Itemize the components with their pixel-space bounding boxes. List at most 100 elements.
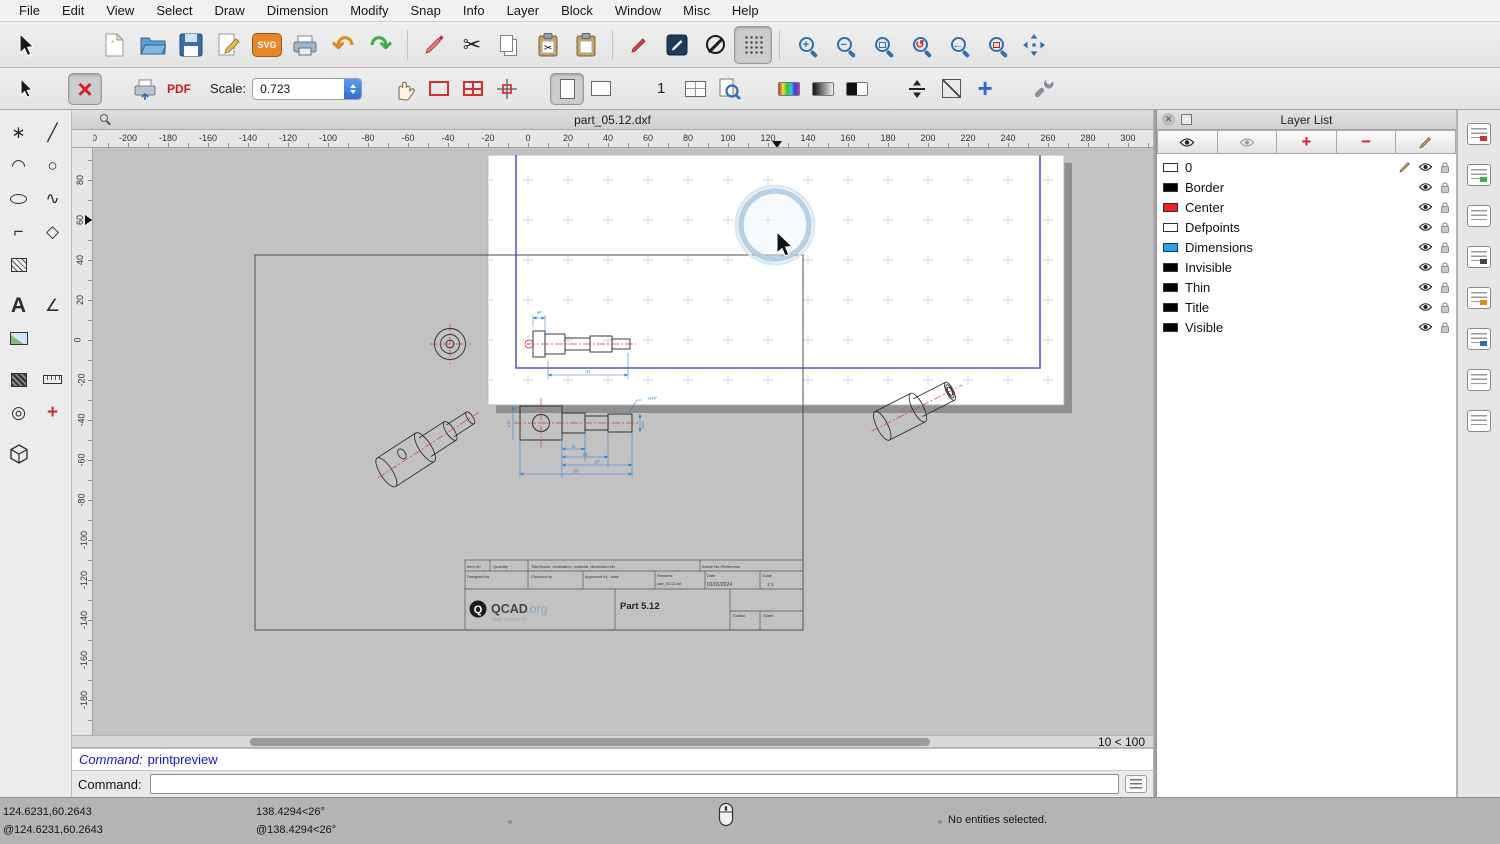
scale-stepper[interactable] — [344, 78, 362, 99]
pdf-export-button[interactable]: PDF — [162, 73, 196, 105]
layer-visibility-toggle[interactable] — [1418, 282, 1433, 292]
full-color-button[interactable] — [772, 73, 806, 105]
menu-edit[interactable]: Edit — [51, 0, 95, 21]
circle-tool[interactable]: ○ — [37, 150, 68, 181]
cut-button[interactable]: ✂ — [453, 26, 491, 64]
layer-edit-icon[interactable] — [1399, 161, 1411, 173]
property-editor-panel-button[interactable] — [1464, 120, 1494, 148]
layer-lock-toggle[interactable] — [1440, 261, 1450, 274]
zoom-out-button[interactable]: − — [825, 26, 863, 64]
layer-row-Invisible[interactable]: Invisible — [1157, 257, 1456, 277]
scale-combobox[interactable]: 0.723 — [252, 77, 363, 100]
print-now-button[interactable] — [128, 73, 162, 105]
panel-close-icon[interactable]: ✕ — [1162, 113, 1175, 126]
layer-row-0[interactable]: 0 — [1157, 157, 1456, 177]
paper-borders-button[interactable] — [422, 73, 456, 105]
polygon-tool[interactable]: ◇ — [37, 216, 68, 247]
layer-visibility-toggle[interactable] — [1418, 222, 1433, 232]
print-button[interactable] — [286, 26, 324, 64]
block-edit-button[interactable] — [658, 26, 696, 64]
layer-color-swatch[interactable] — [1163, 302, 1178, 312]
ellipse-tool[interactable] — [3, 183, 34, 214]
auto-zoom-button[interactable] — [863, 26, 901, 64]
layer-color-swatch[interactable] — [1163, 322, 1178, 332]
command-options-button[interactable] — [1125, 775, 1147, 793]
menu-modify[interactable]: Modify — [339, 0, 399, 21]
copy-button[interactable] — [491, 26, 529, 64]
spline-tool[interactable]: ∿ — [37, 183, 68, 214]
menu-misc[interactable]: Misc — [672, 0, 721, 21]
layer-lock-toggle[interactable] — [1440, 241, 1450, 254]
close-print-preview-button[interactable]: × — [68, 72, 102, 105]
crosshair-button[interactable]: + — [968, 73, 1002, 105]
layer-panel-header[interactable]: ✕ Layer List — [1157, 110, 1456, 130]
zoom-back-button[interactable]: ← — [939, 26, 977, 64]
zoom-window-button[interactable] — [977, 26, 1015, 64]
command-input[interactable] — [149, 774, 1119, 794]
auto-fit-drawing-button[interactable] — [900, 73, 934, 105]
save-file-button[interactable] — [172, 26, 210, 64]
cut-to-clipboard-button[interactable]: ✂ — [529, 26, 567, 64]
menu-view[interactable]: View — [95, 0, 145, 21]
add-layer-button[interactable]: + — [1277, 130, 1337, 154]
edit-layer-button[interactable] — [1396, 130, 1456, 154]
scrollbar-thumb[interactable] — [250, 738, 930, 746]
layer-row-Thin[interactable]: Thin — [1157, 277, 1456, 297]
redo-button[interactable]: ↷ — [362, 26, 400, 64]
remove-layer-button[interactable]: − — [1336, 130, 1397, 154]
layer-lock-toggle[interactable] — [1440, 301, 1450, 314]
view-iso-left[interactable] — [369, 398, 488, 492]
edit-drawing-button[interactable] — [210, 26, 248, 64]
paper-tiles-button[interactable] — [456, 73, 490, 105]
block-list-panel-button[interactable] — [1464, 202, 1494, 230]
menu-info[interactable]: Info — [452, 0, 496, 21]
layer-row-Title[interactable]: Title — [1157, 297, 1456, 317]
menu-draw[interactable]: Draw — [203, 0, 255, 21]
preview-selection-button[interactable] — [8, 73, 42, 105]
solid-hatch-tool[interactable] — [3, 364, 34, 395]
text-tool[interactable]: A — [3, 290, 34, 321]
layer-color-swatch[interactable] — [1163, 282, 1178, 292]
layer-visibility-toggle[interactable] — [1418, 302, 1433, 312]
layer-row-Center[interactable]: Center — [1157, 197, 1456, 217]
layer-list-panel-button[interactable] — [1464, 243, 1494, 271]
command-history-panel-button[interactable] — [1464, 366, 1494, 394]
point-tool[interactable]: ∗ — [3, 117, 34, 148]
layer-color-swatch[interactable] — [1163, 202, 1178, 212]
layer-lock-toggle[interactable] — [1440, 221, 1450, 234]
layer-color-swatch[interactable] — [1163, 182, 1178, 192]
view-top-circles[interactable] — [430, 324, 470, 364]
blackwhite-button[interactable] — [840, 73, 874, 105]
selection-tool-button[interactable] — [6, 26, 44, 64]
menu-snap[interactable]: Snap — [400, 0, 452, 21]
layer-color-swatch[interactable] — [1163, 222, 1178, 232]
delete-button[interactable] — [415, 26, 453, 64]
hide-all-layers-button[interactable] — [1217, 130, 1278, 154]
menu-dimension[interactable]: Dimension — [256, 0, 339, 21]
selection-filter-panel-button[interactable] — [1464, 284, 1494, 312]
layer-color-swatch[interactable] — [1163, 242, 1178, 252]
portrait-button[interactable] — [550, 72, 585, 105]
grayscale-button[interactable] — [806, 73, 840, 105]
layer-visibility-toggle[interactable] — [1418, 202, 1433, 212]
pan-button[interactable] — [1015, 26, 1053, 64]
image-tool[interactable] — [3, 323, 34, 354]
layer-row-Defpoints[interactable]: Defpoints — [1157, 217, 1456, 237]
svg-export-button[interactable]: SVG — [248, 26, 286, 64]
single-page-button[interactable]: 1 — [644, 73, 678, 105]
menu-help[interactable]: Help — [721, 0, 770, 21]
undo-button[interactable]: ↶ — [324, 26, 362, 64]
zoom-previous-button[interactable]: ↺ — [901, 26, 939, 64]
landscape-button[interactable] — [584, 73, 618, 105]
settings-button[interactable] — [1028, 73, 1062, 105]
layer-lock-toggle[interactable] — [1440, 161, 1450, 174]
measure-tool[interactable] — [37, 364, 68, 395]
view-list-panel-button[interactable] — [1464, 325, 1494, 353]
menu-block[interactable]: Block — [550, 0, 604, 21]
layer-color-swatch[interactable] — [1163, 162, 1178, 172]
menu-select[interactable]: Select — [145, 0, 203, 21]
layer-lock-toggle[interactable] — [1440, 201, 1450, 214]
menu-layer[interactable]: Layer — [496, 0, 551, 21]
title-block[interactable]: Item ref Quantity Title/Name, destinatio… — [464, 559, 804, 631]
fit-page-button[interactable] — [712, 73, 746, 105]
